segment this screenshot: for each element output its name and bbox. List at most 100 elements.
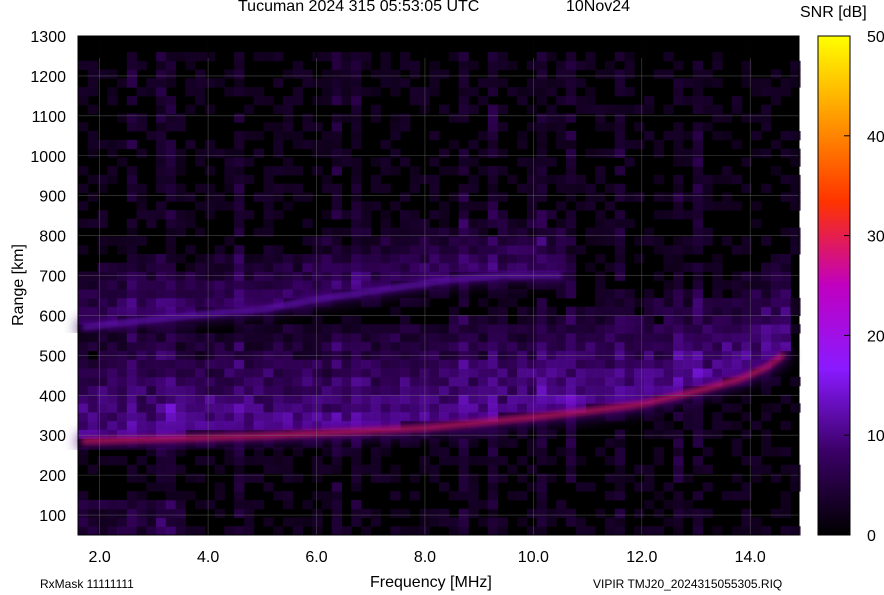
heatmap-cell: [536, 368, 547, 378]
heatmap-cell: [400, 236, 411, 246]
heatmap-cell: [156, 482, 167, 492]
heatmap-cell: [331, 412, 342, 422]
heatmap-cell: [243, 271, 255, 281]
heatmap-cell: [126, 166, 138, 176]
heatmap-cell: [87, 376, 99, 387]
heatmap-cell: [409, 333, 421, 343]
heatmap-cell: [692, 526, 703, 536]
heatmap-cell: [331, 210, 342, 220]
heatmap-cell: [87, 280, 99, 290]
heatmap-cell: [156, 271, 167, 281]
heatmap-cell: [702, 192, 713, 202]
heatmap-cell: [126, 280, 138, 290]
heatmap-cell: [673, 174, 684, 185]
heatmap-cell: [614, 139, 625, 150]
heatmap-cell: [702, 174, 713, 185]
heatmap-cell: [78, 95, 89, 106]
heatmap-cell: [517, 341, 528, 352]
heatmap-cell: [361, 333, 372, 343]
heatmap-cell: [712, 359, 723, 369]
heatmap-cell: [224, 87, 235, 97]
heatmap-cell: [526, 122, 538, 132]
heatmap-cell: [273, 192, 284, 202]
heatmap-cell: [243, 131, 255, 141]
heatmap-cell: [692, 95, 703, 106]
heatmap-cell: [565, 456, 577, 466]
heatmap-cell: [595, 122, 606, 132]
heatmap-cell: [653, 526, 664, 536]
heatmap-cell: [614, 482, 625, 492]
heatmap-cell: [195, 78, 206, 88]
y-tick-label: 600: [39, 308, 66, 325]
heatmap-cell: [282, 333, 294, 343]
heatmap-cell: [585, 183, 596, 193]
heatmap-cell: [117, 306, 128, 316]
heatmap-cell: [136, 508, 147, 518]
heatmap-cell: [653, 376, 664, 387]
heatmap-cell: [770, 508, 782, 518]
heatmap-cell: [624, 87, 635, 97]
heatmap-cell: [253, 131, 264, 141]
heatmap-cell: [78, 122, 89, 132]
heatmap-cell: [195, 52, 206, 62]
heatmap-cell: [204, 333, 216, 343]
heatmap-cell: [165, 280, 177, 290]
heatmap-cell: [565, 113, 577, 123]
heatmap-cell: [604, 376, 616, 387]
heatmap-cell: [507, 438, 518, 448]
heatmap-cell: [126, 95, 138, 106]
heatmap-cell: [156, 508, 167, 518]
heatmap-cell: [780, 131, 791, 141]
heatmap-cell: [331, 333, 342, 343]
heatmap-cell: [204, 139, 216, 150]
heatmap-cell: [429, 60, 440, 71]
heatmap-cell: [302, 192, 313, 202]
heatmap-cell: [536, 218, 547, 229]
y-tick-label: 1300: [30, 29, 66, 46]
heatmap-cell: [487, 52, 499, 62]
heatmap-cell: [204, 210, 216, 220]
heatmap-cell: [702, 315, 713, 325]
heatmap-cell: [273, 166, 284, 176]
heatmap-cell: [770, 95, 782, 106]
heatmap-cell: [673, 245, 684, 255]
heatmap-cell: [722, 280, 733, 290]
heatmap-cell: [683, 376, 694, 387]
heatmap-cell: [663, 315, 674, 325]
heatmap-cell: [302, 368, 313, 378]
heatmap-cell: [282, 403, 294, 413]
heatmap-cell: [751, 464, 762, 474]
heatmap-cell: [487, 438, 499, 448]
heatmap-cell: [321, 341, 333, 352]
heatmap-cell: [341, 245, 352, 255]
heatmap-cell: [565, 508, 577, 518]
heatmap-cell: [224, 201, 235, 211]
heatmap-cell: [204, 280, 216, 290]
heatmap-cell: [331, 95, 342, 106]
heatmap-cell: [253, 376, 264, 387]
heatmap-cell: [487, 464, 499, 474]
heatmap-cell: [458, 482, 469, 492]
heatmap-cell: [429, 368, 440, 378]
heatmap-cell: [575, 306, 586, 316]
heatmap-cell: [321, 183, 333, 193]
heatmap-cell: [448, 245, 460, 255]
heatmap-cell: [156, 280, 167, 290]
heatmap-cell: [653, 359, 664, 369]
heatmap-cell: [683, 262, 694, 272]
heatmap-cell: [312, 412, 323, 422]
heatmap-cell: [175, 359, 186, 369]
heatmap-cell: [487, 113, 499, 123]
heatmap-cell: [87, 289, 99, 299]
heatmap-cell: [400, 245, 411, 255]
heatmap-cell: [634, 254, 645, 264]
heatmap-cell: [195, 394, 206, 404]
heatmap-cell: [165, 122, 177, 132]
heatmap-cell: [185, 78, 196, 88]
heatmap-cell: [361, 87, 372, 97]
heatmap-cell: [351, 236, 362, 246]
heatmap-cell: [565, 359, 577, 369]
heatmap-cell: [224, 148, 235, 158]
heatmap-cell: [341, 78, 352, 88]
heatmap-cell: [780, 174, 791, 185]
